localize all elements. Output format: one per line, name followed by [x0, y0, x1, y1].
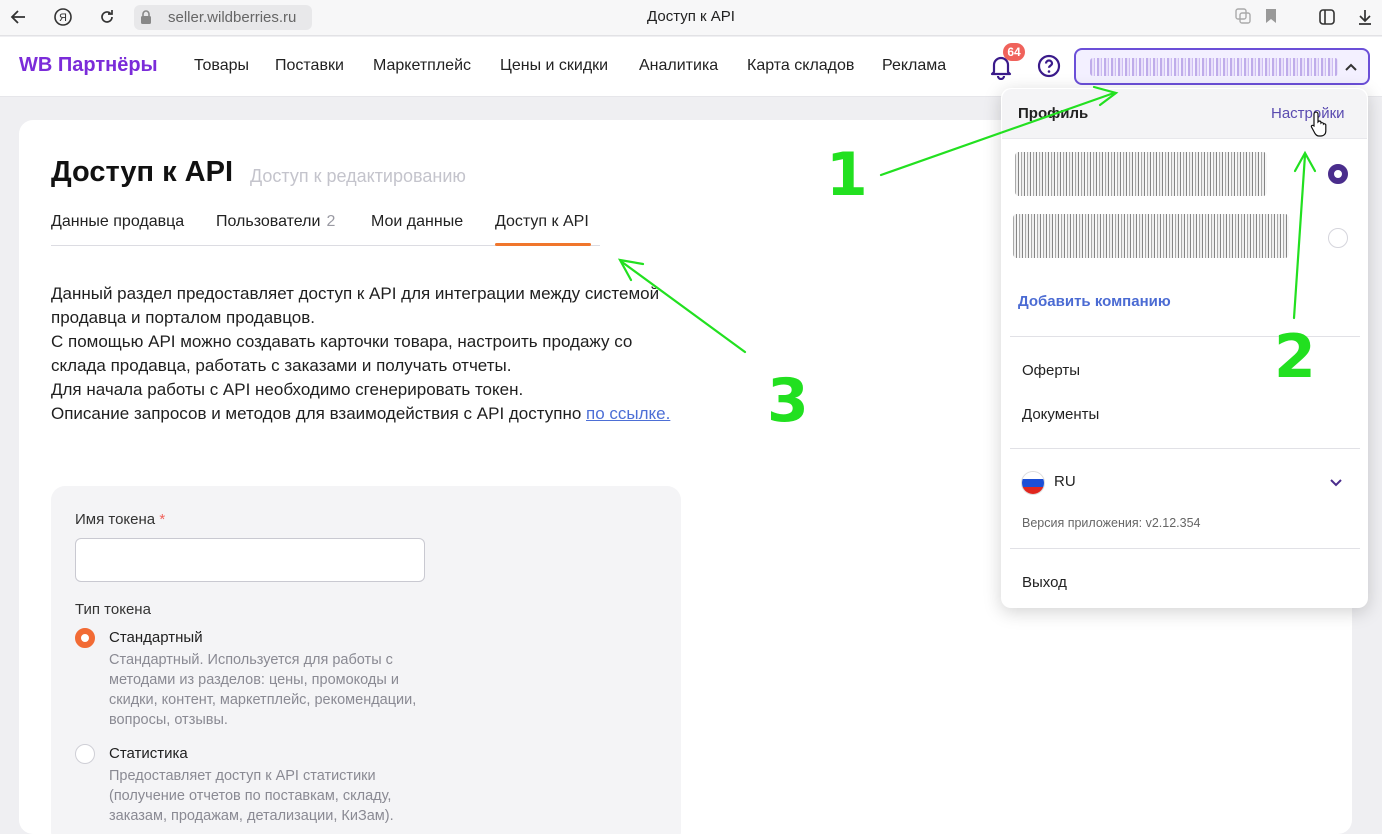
- annotation-number-1: 1: [826, 140, 868, 210]
- redacted-company-2[interactable]: [1013, 214, 1289, 258]
- yandex-icon[interactable]: Я: [52, 7, 74, 29]
- description-text: Описание запросов и методов для взаимоде…: [51, 404, 587, 423]
- lock-icon: [141, 10, 151, 24]
- reload-icon[interactable]: [96, 7, 118, 29]
- add-company-link[interactable]: Добавить компанию: [1018, 293, 1171, 310]
- redacted-account-name: [1090, 58, 1338, 76]
- settings-link[interactable]: Настройки: [1271, 105, 1345, 122]
- nav-item-warehouse-map[interactable]: Карта складов: [747, 57, 854, 75]
- account-menu-button[interactable]: [1074, 48, 1370, 85]
- nav-item-ads[interactable]: Реклама: [882, 57, 946, 75]
- token-type-label: Тип токена: [75, 601, 151, 618]
- app-version: Версия приложения: v2.12.354: [1022, 516, 1201, 530]
- active-tab-indicator: [495, 243, 591, 246]
- menu-item-logout[interactable]: Выход: [1022, 574, 1067, 591]
- browser-toolbar: Я seller.wildberries.ru Доступ к API: [0, 0, 1382, 36]
- address-bar[interactable]: seller.wildberries.ru: [134, 5, 312, 30]
- tab-api-access[interactable]: Доступ к API: [495, 213, 589, 231]
- language-selector[interactable]: RU: [1054, 473, 1076, 490]
- hand-cursor-icon: [1310, 111, 1327, 137]
- tab-label: Доступ к API: [495, 213, 589, 230]
- api-description: Данный раздел предоставляет доступ к API…: [51, 282, 691, 426]
- tab-label: Данные продавца: [51, 213, 185, 230]
- token-name-input[interactable]: [75, 538, 425, 582]
- tab-label: Мои данные: [371, 213, 464, 230]
- nav-item-marketplace[interactable]: Маркетплейс: [373, 57, 471, 75]
- back-arrow-icon[interactable]: [8, 7, 30, 29]
- option-title-standard: Стандартный: [109, 629, 203, 646]
- description-line: Данный раздел предоставляет доступ к API…: [51, 284, 660, 327]
- url-text: seller.wildberries.ru: [168, 9, 297, 26]
- option-desc-statistics: Предоставляет доступ к API статистики (п…: [109, 768, 394, 824]
- menu-item-offers[interactable]: Оферты: [1022, 362, 1080, 379]
- menu-item-documents[interactable]: Документы: [1022, 406, 1099, 423]
- nav-item-products[interactable]: Товары: [194, 57, 249, 75]
- tab-label: Пользователи: [216, 213, 321, 230]
- token-name-label: Имя токена *: [75, 511, 165, 528]
- company-radio-selected[interactable]: [1328, 164, 1348, 184]
- company-radio[interactable]: [1328, 228, 1348, 248]
- required-mark: *: [159, 511, 166, 528]
- tab-my-data[interactable]: Мои данные: [371, 213, 463, 231]
- bookmark-icon[interactable]: [1260, 7, 1282, 29]
- redacted-company-1[interactable]: [1015, 152, 1267, 196]
- description-line: С помощью API можно создавать карточки т…: [51, 332, 633, 375]
- option-title-statistics: Статистика: [109, 745, 188, 762]
- download-icon[interactable]: [1354, 7, 1376, 29]
- tab-seller-data[interactable]: Данные продавца: [51, 213, 184, 231]
- docs-link[interactable]: по ссылке.: [586, 404, 670, 423]
- nav-item-prices[interactable]: Цены и скидки: [500, 57, 608, 75]
- page-title: Доступ к API: [51, 156, 234, 188]
- description-line: Для начала работы с API необходимо сгене…: [51, 380, 524, 399]
- radio-standard[interactable]: [75, 628, 95, 648]
- sidebar-icon[interactable]: [1316, 7, 1338, 29]
- chevron-up-icon: [1345, 63, 1357, 71]
- page-subtitle: Доступ к редактированию: [250, 166, 466, 186]
- help-icon[interactable]: [1037, 54, 1061, 78]
- nav-item-analytics[interactable]: Аналитика: [639, 57, 718, 75]
- profile-heading: Профиль: [1018, 105, 1089, 122]
- logo[interactable]: WB Партнёры: [19, 54, 158, 77]
- russian-flag-icon: [1021, 471, 1045, 495]
- nav-item-supplies[interactable]: Поставки: [275, 57, 344, 75]
- divider: [1010, 448, 1360, 449]
- translate-icon[interactable]: [1232, 7, 1254, 29]
- description-line: Описание запросов и методов для взаимоде…: [51, 402, 691, 426]
- chevron-down-icon[interactable]: [1328, 474, 1344, 490]
- svg-text:Я: Я: [59, 12, 67, 24]
- divider: [1010, 548, 1360, 549]
- tab-count: 2: [326, 213, 336, 230]
- option-desc-standard: Стандартный. Используется для работы с м…: [109, 652, 417, 728]
- radio-statistics[interactable]: [75, 744, 95, 764]
- notification-badge: 64: [1003, 43, 1025, 61]
- annotation-number-2: 2: [1274, 322, 1316, 392]
- tab-users[interactable]: Пользователи 2: [216, 213, 335, 231]
- label-text: Имя токена: [75, 511, 156, 528]
- annotation-number-3: 3: [767, 366, 809, 436]
